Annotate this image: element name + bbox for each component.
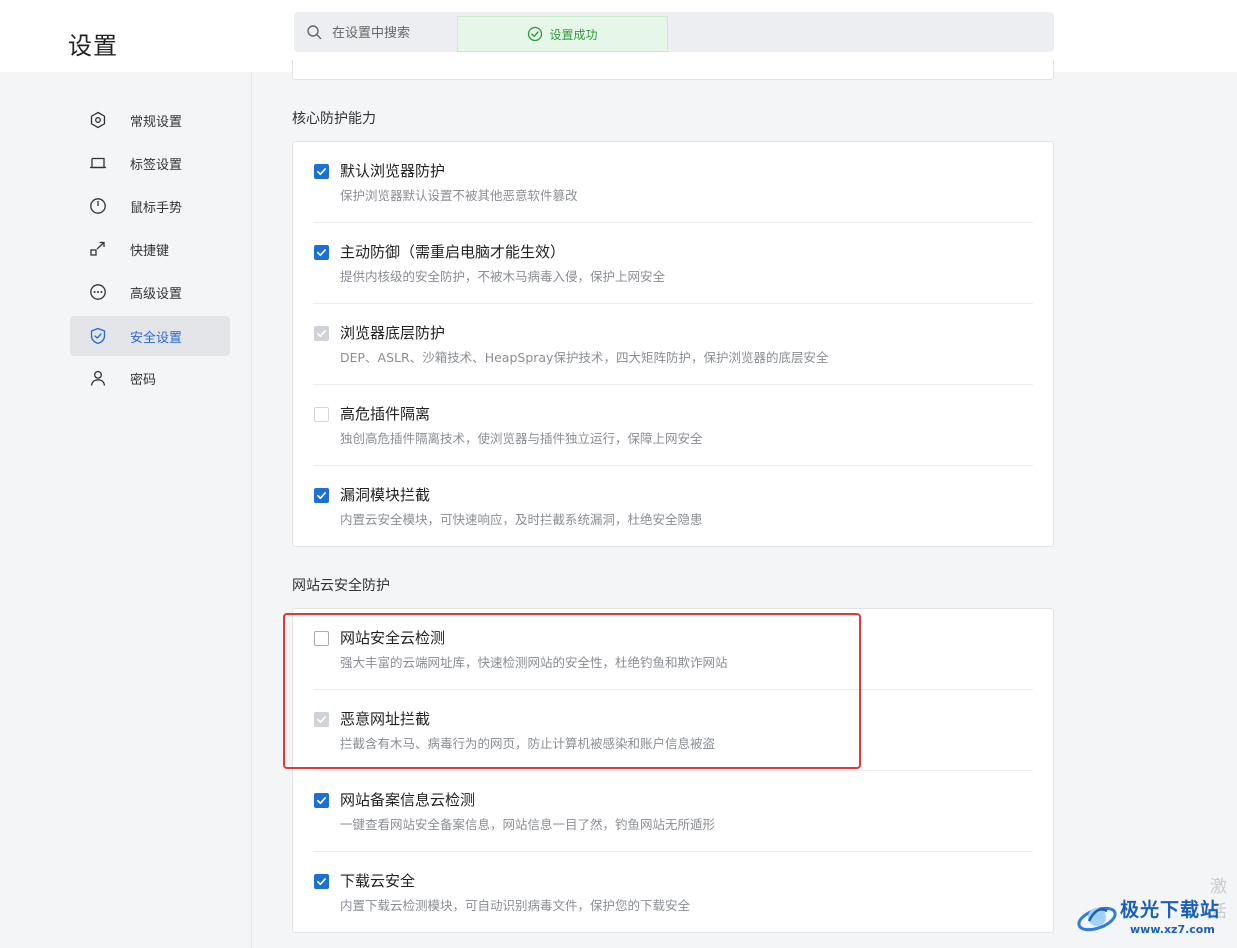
checkmark-icon	[317, 797, 326, 805]
toast-text: 设置成功	[549, 27, 598, 42]
option-desc: 一键查看网站安全备案信息，网站信息一目了然，钓鱼网站无所遁形	[340, 817, 716, 832]
core-protection-card: 默认浏览器防护 保护浏览器默认设置不被其他恶意软件篡改 主动防御（需重启电脑才能…	[292, 141, 1054, 547]
checkmark-icon	[317, 168, 326, 176]
section-title-website-cloud-security: 网站云安全防护	[292, 578, 390, 594]
watermark: 极光下载站 www.xz7.com	[1075, 893, 1235, 945]
option-title: 浏览器底层防护	[340, 324, 446, 342]
checkbox[interactable]	[314, 488, 329, 503]
site-logo-icon	[1077, 906, 1117, 932]
checkbox	[314, 407, 329, 422]
search-icon	[307, 25, 322, 40]
option-desc: 提供内核级的安全防护，不被木马病毒入侵，保护上网安全	[340, 269, 666, 284]
hexagon-gear-icon	[90, 111, 106, 129]
checkbox[interactable]	[314, 793, 329, 808]
option-title: 漏洞模块拦截	[340, 486, 431, 504]
option-title: 下载云安全	[340, 872, 416, 890]
page-title: 设置	[68, 32, 118, 60]
success-toast: 设置成功	[457, 16, 668, 52]
check-circle-icon	[528, 26, 543, 42]
sidebar-item-password[interactable]: 密码	[70, 358, 230, 398]
option-site-filing-cloud-detection: 网站备案信息云检测 一键查看网站安全备案信息，网站信息一目了然，钓鱼网站无所遁形	[313, 771, 1033, 852]
option-desc: 内置下载云检测模块，可自动识别病毒文件，保护您的下载安全	[340, 898, 691, 913]
sidebar-item-label: 密码	[130, 373, 157, 388]
checkbox[interactable]	[314, 245, 329, 260]
checkbox[interactable]	[314, 874, 329, 889]
user-icon	[90, 370, 106, 386]
sidebar-item-label: 鼠标手势	[130, 201, 183, 216]
search-box[interactable]	[294, 12, 1054, 52]
option-desc: 内置云安全模块，可快速响应，及时拦截系统漏洞，杜绝安全隐患	[340, 512, 703, 527]
highlight-box	[283, 613, 861, 769]
checkbox	[314, 326, 329, 341]
sidebar-item-label: 常规设置	[130, 115, 183, 130]
checkmark-icon	[317, 249, 326, 257]
sidebar-item-general[interactable]: 常规设置	[70, 100, 230, 140]
sidebar-item-advanced[interactable]: 高级设置	[70, 272, 230, 312]
sidebar-item-shortcuts[interactable]: 快捷键	[70, 229, 230, 269]
option-title: 默认浏览器防护	[340, 162, 446, 180]
option-browser-low-level-protection: 浏览器底层防护 DEP、ASLR、沙箱技术、HeapSpray保护技术，四大矩阵…	[313, 304, 1033, 385]
option-desc: 保护浏览器默认设置不被其他恶意软件篡改	[340, 188, 578, 203]
option-title: 网站备案信息云检测	[340, 791, 476, 809]
tab-icon	[90, 157, 106, 169]
checkmark-icon	[317, 492, 326, 500]
option-plugin-isolation: 高危插件隔离 独创高危插件隔离技术，使浏览器与插件独立运行，保障上网安全	[313, 385, 1033, 466]
section-title-core-protection: 核心防护能力	[292, 111, 376, 127]
option-active-defense: 主动防御（需重启电脑才能生效） 提供内核级的安全防护，不被木马病毒入侵，保护上网…	[313, 223, 1033, 304]
watermark-text: 极光下载站	[1120, 899, 1221, 921]
shortcut-arrow-icon	[90, 241, 105, 256]
sidebar-item-label: 安全设置	[130, 331, 183, 346]
sidebar-item-label: 标签设置	[130, 158, 183, 173]
sidebar-item-label: 高级设置	[130, 287, 183, 302]
watermark-url: www.xz7.com	[1130, 923, 1215, 936]
sidebar-item-tabs[interactable]: 标签设置	[70, 143, 230, 183]
option-default-browser-protection: 默认浏览器防护 保护浏览器默认设置不被其他恶意软件篡改	[313, 142, 1033, 223]
option-title: 主动防御（需重启电脑才能生效）	[340, 243, 566, 261]
more-circle-icon	[90, 284, 106, 300]
previous-settings-card	[292, 60, 1054, 80]
checkbox[interactable]	[314, 164, 329, 179]
sidebar: 常规设置 标签设置 鼠标手势 快捷键 高级设置 安全设置 密码	[0, 72, 252, 948]
search-input[interactable]	[330, 20, 454, 46]
option-vulnerability-blocking: 漏洞模块拦截 内置云安全模块，可快速响应，及时拦截系统漏洞，杜绝安全隐患	[313, 466, 1033, 547]
shield-icon	[90, 327, 106, 345]
sidebar-item-security[interactable]: 安全设置	[70, 316, 230, 356]
option-download-cloud-security: 下载云安全 内置下载云检测模块，可自动识别病毒文件，保护您的下载安全	[313, 852, 1033, 933]
sidebar-item-mouse-gestures[interactable]: 鼠标手势	[70, 186, 230, 226]
checkmark-icon	[317, 330, 326, 338]
checkmark-icon	[317, 878, 326, 886]
option-desc: DEP、ASLR、沙箱技术、HeapSpray保护技术，四大矩阵防护，保护浏览器…	[340, 350, 829, 365]
sidebar-item-label: 快捷键	[130, 244, 170, 259]
option-title: 高危插件隔离	[340, 405, 431, 423]
mouse-icon	[90, 198, 106, 214]
option-desc: 独创高危插件隔离技术，使浏览器与插件独立运行，保障上网安全	[340, 431, 703, 446]
